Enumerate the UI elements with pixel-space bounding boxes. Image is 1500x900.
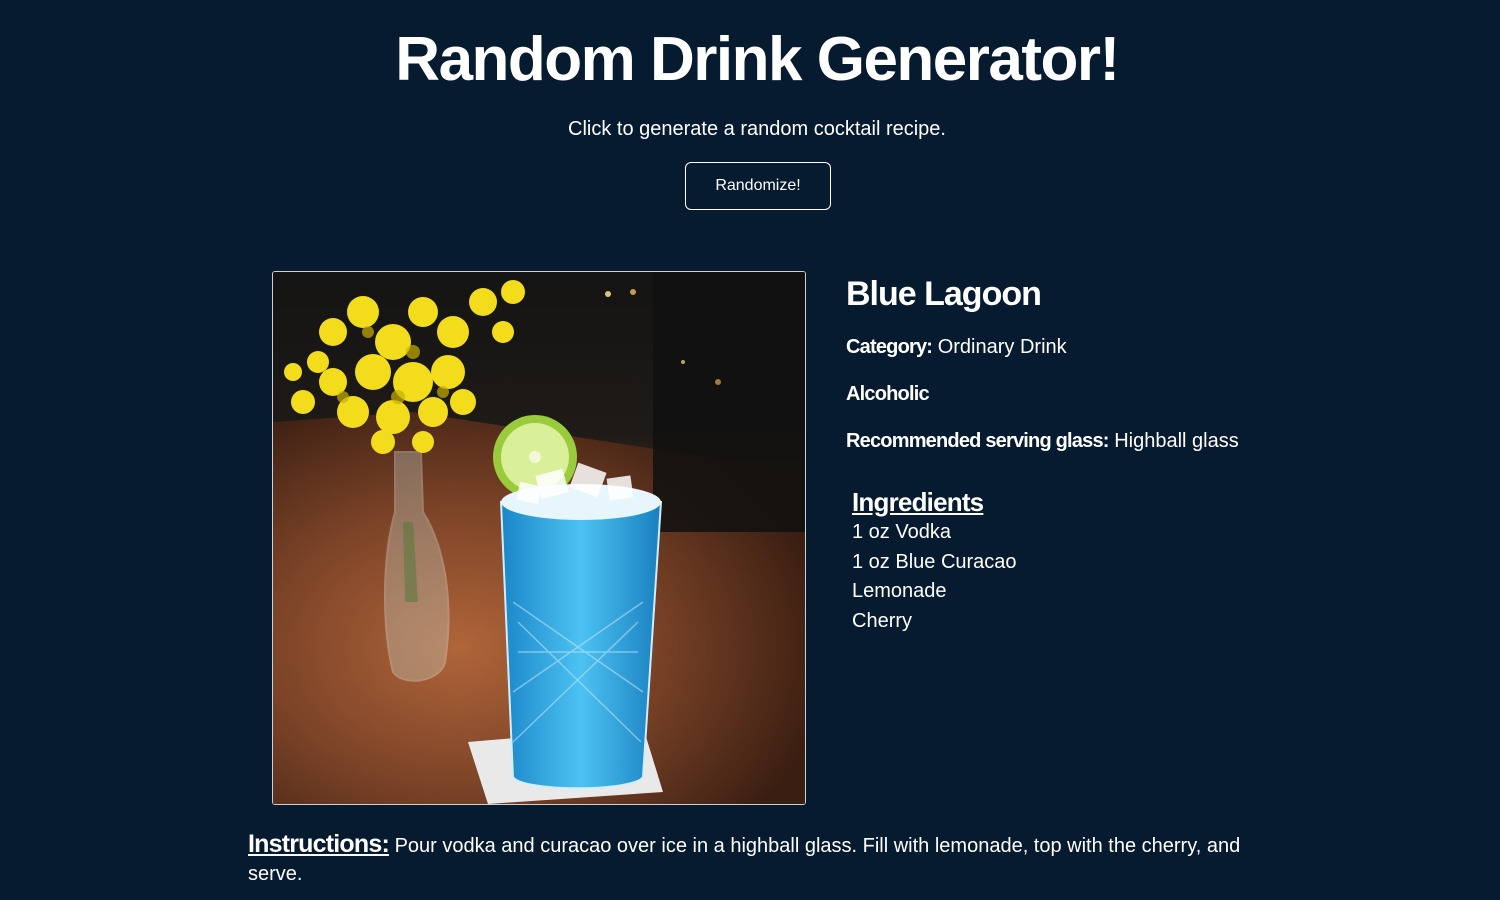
category-line: Category: Ordinary Drink [846,334,1067,360]
ingredients-list: 1 oz Vodka 1 oz Blue Curacao Lemonade Ch… [852,518,1017,636]
ingredient-item: Cherry [852,609,913,632]
ingredients-section: Ingredients 1 oz Vodka 1 oz Blue Curacao… [852,486,1017,636]
ingredient-item: 1 oz Vodka [852,521,951,543]
drink-details: Blue Lagoon Category: Ordinary Drink Alc… [846,270,1406,632]
alcoholic-line: Alcoholic [846,381,930,407]
instructions-label: Instructions: [248,830,390,858]
alcoholic-value: Alcoholic [846,383,930,405]
instructions-text: Pour vodka and curacao over ice in a hig… [248,835,1241,885]
ingredients-title: Ingredients [852,487,984,517]
drink-image [272,271,806,805]
page: Random Drink Generator! Click to generat… [0,0,1500,900]
drink-photo-illustration [273,272,805,804]
ingredient-item: 1 oz Blue Curacao [852,550,1017,573]
randomize-button[interactable]: Randomize! [685,162,831,210]
page-subtitle: Click to generate a random cocktail reci… [568,118,946,140]
glass-line: Recommended serving glass: Highball glas… [846,428,1239,454]
glass-label: Recommended serving glass: [846,430,1109,452]
category-label: Category: [846,336,933,358]
glass-value: Highball glass [1114,430,1239,452]
category-value: Ordinary Drink [937,336,1067,358]
drink-name: Blue Lagoon [846,275,1042,313]
page-title: Random Drink Generator! [395,25,1120,94]
instructions: Instructions: Pour vodka and curacao ove… [248,830,1278,888]
ingredient-item: Lemonade [852,580,947,602]
